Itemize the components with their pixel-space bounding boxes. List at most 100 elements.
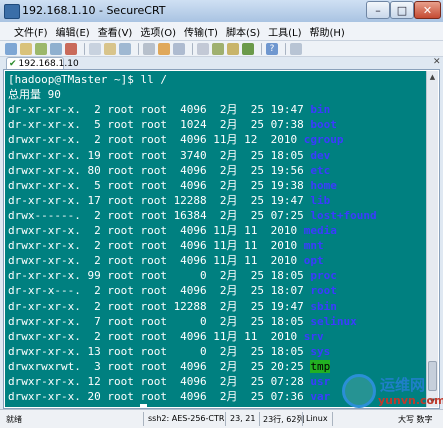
ls-row-name: media bbox=[303, 224, 337, 237]
toolbar-separator bbox=[285, 42, 286, 55]
ls-row-name: cgroup bbox=[303, 133, 344, 147]
menu-transfer[interactable]: 传输(T) bbox=[180, 22, 222, 40]
ls-row-name: srv bbox=[303, 329, 324, 343]
status-os: Linux bbox=[306, 414, 328, 423]
toolbar-separator bbox=[192, 42, 193, 55]
ls-row-info: drwxr-xr-x. 2 root root 4096 11月 11 2010 bbox=[8, 329, 304, 343]
ls-row-info: drwxr-xr-x. 13 root root 0 2月 25 18:05 bbox=[8, 344, 311, 358]
status-divider bbox=[332, 412, 333, 426]
copy-icon[interactable] bbox=[89, 42, 101, 55]
menu-options[interactable]: 选项(O) bbox=[136, 22, 180, 40]
ls-row-info: drwxr-xr-x. 2 root root 4096 11月 11 2010 bbox=[8, 254, 304, 268]
sftp-icon[interactable] bbox=[158, 42, 170, 55]
ls-row-name: etc bbox=[310, 163, 331, 177]
status-ready: 就绪 bbox=[6, 415, 22, 424]
connect-tab-icon[interactable] bbox=[35, 42, 47, 55]
session-options-icon[interactable] bbox=[197, 42, 209, 55]
ls-row-info: drwxrwxrwt. 3 root root 4096 2月 25 20:25 bbox=[8, 359, 311, 373]
menu-view[interactable]: 查看(V) bbox=[94, 22, 137, 40]
ls-row-info: drwxr-xr-x. 80 root root 4096 2月 25 19:5… bbox=[8, 163, 311, 177]
ls-row-name: lib bbox=[310, 193, 331, 207]
ls-row-info: drwxr-xr-x. 5 root root 4096 2月 25 19:38 bbox=[8, 178, 311, 192]
keymap-icon[interactable] bbox=[227, 42, 239, 55]
connected-check-icon: ✔ bbox=[9, 58, 17, 69]
session-tab-strip: ✔ 192.168.1.10 ✕ bbox=[0, 57, 443, 69]
script-icon[interactable] bbox=[242, 42, 254, 55]
ls-row-info: drwxr-xr-x. 2 root root 4096 11月 12 2010 bbox=[8, 133, 304, 147]
disconnect-icon[interactable] bbox=[65, 42, 77, 55]
ls-row: dr-xr-xr-x. 17 root root 12288 2月 25 19:… bbox=[8, 193, 330, 208]
status-size: 23行, 62列 bbox=[263, 415, 305, 424]
ls-row-info: dr-xr-x---. 2 root root 4096 2月 25 18:07 bbox=[8, 284, 311, 298]
ls-row: drwxrwxrwt. 3 root root 4096 2月 25 20:25… bbox=[8, 359, 331, 374]
menu-script[interactable]: 脚本(S) bbox=[222, 22, 264, 40]
ls-row-info: drwx------. 2 root root 16384 2月 25 07:2… bbox=[8, 208, 311, 222]
ls-row-name: selinux bbox=[310, 314, 357, 328]
ls-row-name: lost+found bbox=[310, 208, 377, 222]
close-button[interactable]: ✕ bbox=[414, 1, 441, 19]
ls-row-name: usr bbox=[310, 375, 331, 388]
tab-close-icon[interactable]: ✕ bbox=[433, 57, 441, 67]
ls-row-info: drwxr-xr-x. 12 root root 4096 2月 25 07:2… bbox=[8, 375, 311, 388]
menu-edit[interactable]: 编辑(E) bbox=[52, 22, 94, 40]
ls-row: drwxr-xr-x. 2 root root 4096 11月 11 2010… bbox=[8, 253, 324, 268]
ls-row-info: dr-xr-xr-x. 99 root root 0 2月 25 18:05 bbox=[8, 269, 311, 283]
ls-row: dr-xr-xr-x. 2 root root 4096 2月 25 19:47… bbox=[8, 102, 330, 117]
ls-row-name: dev bbox=[310, 148, 331, 162]
watermark-circle-icon bbox=[342, 374, 376, 408]
ls-row: dr-xr-xr-x. 99 root root 0 2月 25 18:05 p… bbox=[8, 268, 337, 283]
status-divider bbox=[225, 412, 226, 426]
menu-help[interactable]: 帮助(H) bbox=[305, 22, 348, 40]
scroll-up-icon[interactable]: ▲ bbox=[427, 71, 438, 83]
status-divider bbox=[143, 412, 144, 426]
help-icon[interactable]: ? bbox=[266, 42, 278, 55]
paste-icon[interactable] bbox=[104, 42, 116, 55]
ls-row: drwxr-xr-x. 19 root root 3740 2月 25 18:0… bbox=[8, 148, 330, 163]
ls-row: drwx------. 2 root root 16384 2月 25 07:2… bbox=[8, 208, 377, 223]
title-bar[interactable]: 192.168.1.10 - SecureCRT – □ ✕ bbox=[0, 0, 443, 22]
toolbar-separator bbox=[261, 42, 262, 55]
ls-row: dr-xr-xr-x. 5 root root 1024 2月 25 07:38… bbox=[8, 117, 337, 132]
quick-connect-icon[interactable] bbox=[20, 42, 32, 55]
terminal[interactable]: [hadoop@TMaster ~]$ ll / 总用量 90 dr-xr-xr-x… bbox=[5, 71, 426, 407]
ls-row-info: drwxr-xr-x. 2 root root 4096 11月 11 2010 bbox=[8, 224, 304, 237]
ls-row: drwxr-xr-x. 80 root root 4096 2月 25 19:5… bbox=[8, 163, 330, 178]
reconnect-icon[interactable] bbox=[50, 42, 62, 55]
ls-row: drwxr-xr-x. 5 root root 4096 2月 25 19:38… bbox=[8, 178, 337, 193]
fullscreen-icon[interactable] bbox=[290, 42, 302, 55]
ls-row-name: boot bbox=[310, 118, 337, 132]
ls-row: drwxr-xr-x. 2 root root 4096 11月 11 2010… bbox=[8, 238, 324, 253]
menu-file[interactable]: 文件(F) bbox=[0, 22, 52, 40]
securecrt-window: 192.168.1.10 - SecureCRT – □ ✕ 文件(F) 编辑(… bbox=[0, 0, 443, 428]
status-divider bbox=[302, 412, 303, 426]
vertical-scrollbar[interactable]: ▲ ▼ bbox=[426, 71, 438, 407]
toolbar-separator bbox=[138, 42, 139, 55]
session-tab[interactable]: ✔ 192.168.1.10 bbox=[6, 57, 79, 69]
ls-row: dr-xr-x---. 2 root root 4096 2月 25 18:07… bbox=[8, 283, 337, 298]
ls-row-info: dr-xr-xr-x. 5 root root 1024 2月 25 07:38 bbox=[8, 118, 311, 132]
terminal-prompt: [hadoop@TMaster ~]$ bbox=[8, 405, 140, 407]
ls-row-name: bin bbox=[310, 103, 331, 117]
find-icon[interactable] bbox=[119, 42, 131, 55]
menu-tools[interactable]: 工具(L) bbox=[264, 22, 305, 40]
toolbar-separator bbox=[84, 42, 85, 55]
ls-row: dr-xr-xr-x. 2 root root 12288 2月 25 19:4… bbox=[8, 299, 337, 314]
ls-row-name: tmp bbox=[310, 359, 331, 373]
ls-row-info: dr-xr-xr-x. 17 root root 12288 2月 25 19:… bbox=[8, 193, 311, 207]
connect-icon[interactable] bbox=[5, 42, 17, 55]
print-icon[interactable] bbox=[143, 42, 155, 55]
terminal-prompt-line: [hadoop@TMaster ~]$ ll / bbox=[8, 73, 167, 86]
ls-row-name: root bbox=[310, 284, 337, 298]
menu-bar: 文件(F) 编辑(E) 查看(V) 选项(O) 传输(T) 脚本(S) 工具(L… bbox=[0, 22, 443, 41]
window-title: 192.168.1.10 - SecureCRT bbox=[22, 4, 166, 17]
ls-row-info: dr-xr-xr-x. 2 root root 4096 2月 25 19:47 bbox=[8, 103, 311, 117]
ls-row-info: drwxr-xr-x. 20 root root 4096 2月 25 07:3… bbox=[8, 390, 311, 404]
ls-row-name: proc bbox=[310, 269, 337, 283]
ls-row: drwxr-xr-x. 2 root root 4096 11月 11 2010… bbox=[8, 223, 337, 238]
maximize-button[interactable]: □ bbox=[390, 1, 414, 19]
print-screen-icon[interactable] bbox=[173, 42, 185, 55]
global-options-icon[interactable] bbox=[212, 42, 224, 55]
minimize-button[interactable]: – bbox=[366, 1, 390, 19]
toolbar: ? bbox=[0, 41, 443, 57]
terminal-cursor bbox=[140, 404, 148, 407]
